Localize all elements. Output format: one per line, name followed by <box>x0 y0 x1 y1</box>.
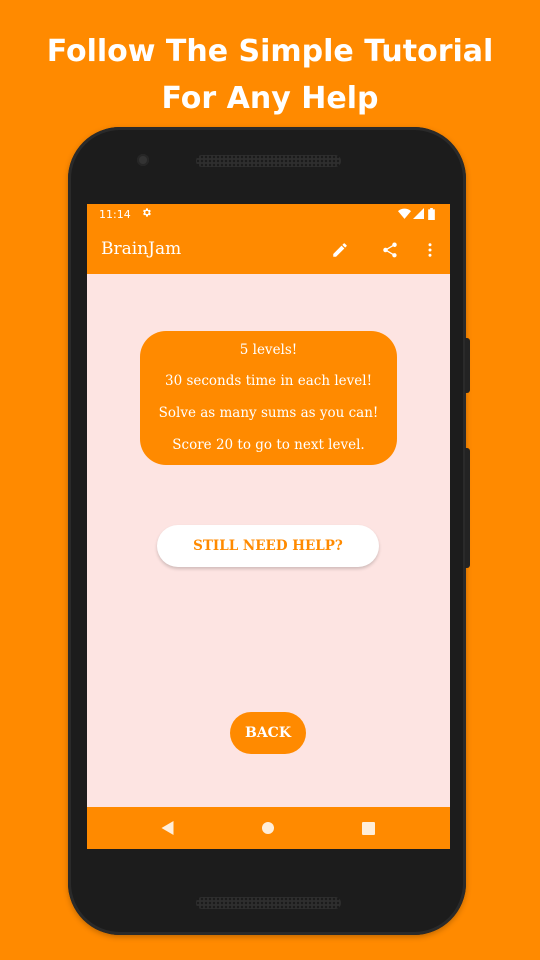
phone-power-button <box>465 338 470 393</box>
app-toolbar: BrainJam <box>87 226 450 274</box>
tutorial-card: 5 levels! 30 seconds time in each level!… <box>140 331 397 465</box>
top-speaker <box>196 155 341 167</box>
bottom-speaker <box>196 897 341 909</box>
more-vert-icon[interactable] <box>418 238 442 262</box>
status-indicators <box>398 208 438 220</box>
signal-icon <box>413 208 424 219</box>
share-icon[interactable] <box>378 238 402 262</box>
back-button[interactable]: BACK <box>230 712 306 754</box>
status-bar: 11:14 <box>87 204 450 226</box>
tutorial-line-solve: Solve as many sums as you can! <box>158 405 379 421</box>
promo-line-2: For Any Help <box>161 81 379 116</box>
system-nav-bar <box>87 807 450 849</box>
still-need-help-button[interactable]: STILL NEED HELP? <box>157 525 379 567</box>
battery-icon <box>428 208 435 220</box>
status-time: 11:14 <box>99 208 131 221</box>
tutorial-line-score: Score 20 to go to next level. <box>172 437 365 453</box>
settings-icon <box>141 207 152 221</box>
wifi-icon <box>398 208 411 219</box>
front-camera <box>137 154 149 166</box>
phone-volume-button <box>465 448 470 568</box>
tutorial-line-levels: 5 levels! <box>239 342 298 358</box>
promo-line-1: Follow The Simple Tutorial <box>46 34 494 69</box>
promo-headline: Follow The Simple Tutorial For Any Help <box>0 28 540 122</box>
nav-recents-icon[interactable] <box>360 820 376 836</box>
tutorial-line-time: 30 seconds time in each level! <box>164 373 372 389</box>
nav-home-icon[interactable] <box>260 820 276 836</box>
edit-icon[interactable] <box>328 238 352 262</box>
nav-back-icon[interactable] <box>159 820 175 836</box>
app-screen: 11:14 BrainJam 5 levels! 30 seconds time… <box>87 204 450 849</box>
app-title: BrainJam <box>101 239 182 259</box>
